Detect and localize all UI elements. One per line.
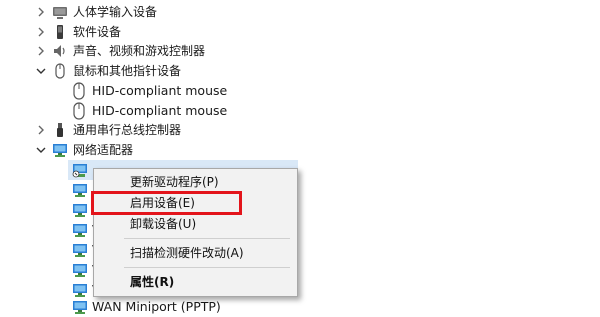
- tree-item-network-adapter-8[interactable]: WAN Miniport (PPTP): [0, 297, 600, 317]
- tree-item-mice[interactable]: 鼠标和其他指针设备: [0, 61, 600, 81]
- tree-item-label: 声音、视频和游戏控制器: [73, 44, 206, 58]
- tree-item-label: 通用串行总线控制器: [73, 123, 182, 137]
- menu-item-update-driver[interactable]: 更新驱动程序(P): [94, 172, 297, 192]
- tree-item-label: 软件设备: [73, 25, 122, 39]
- software-device-icon: [57, 25, 63, 39]
- tree-item-network-adapter-2[interactable]: [0, 180, 600, 200]
- tree-item-hid-mouse-1[interactable]: HID-compliant mouse: [0, 81, 600, 101]
- network-adapter-icon: [73, 184, 87, 197]
- chevron-right-icon[interactable]: [35, 26, 47, 38]
- tree-item-label: 网络适配器: [73, 143, 134, 157]
- network-adapter-disabled-icon: [72, 164, 87, 178]
- network-adapter-icon: [73, 264, 87, 277]
- tree-item-hid-mouse-2[interactable]: HID-compliant mouse: [0, 101, 600, 121]
- tree-item-label: HID-compliant mouse: [92, 83, 228, 98]
- tree-item-label: HID-compliant mouse: [92, 103, 228, 118]
- menu-item-uninstall-device[interactable]: 卸载设备(U): [94, 214, 297, 234]
- highlight-annotation-box: [91, 191, 242, 215]
- chevron-down-icon[interactable]: [35, 65, 47, 77]
- tree-item-usb-controllers[interactable]: 通用串行总线控制器: [0, 120, 600, 140]
- tree-item-network-adapter-5[interactable]: V: [0, 240, 600, 260]
- chevron-right-icon[interactable]: [35, 6, 47, 18]
- menu-item-label: 卸载设备(U): [130, 217, 197, 231]
- tree-item-label: 人体学输入设备: [73, 5, 158, 19]
- tree-item-network-adapter-3[interactable]: [0, 200, 600, 220]
- hid-icon: [53, 7, 67, 19]
- mouse-icon: [73, 82, 85, 100]
- tree-item-network-adapters[interactable]: 网络适配器: [0, 140, 600, 160]
- menu-item-label: 更新驱动程序(P): [130, 175, 219, 189]
- menu-separator: [124, 238, 290, 239]
- network-adapter-icon: [73, 204, 87, 217]
- network-adapter-icon: [73, 224, 87, 237]
- usb-icon: [57, 123, 63, 137]
- menu-item-scan-hardware-changes[interactable]: 扫描检测硬件改动(A): [94, 243, 297, 263]
- speaker-icon: [54, 45, 65, 57]
- tree-item-sound-video-game[interactable]: 声音、视频和游戏控制器: [0, 41, 600, 61]
- menu-item-properties[interactable]: 属性(R): [94, 272, 297, 292]
- tree-item-network-adapter-1[interactable]: [0, 160, 600, 180]
- chevron-right-icon[interactable]: [35, 45, 47, 57]
- tree-item-label: WAN Miniport (PPTP): [92, 299, 221, 314]
- chevron-down-icon[interactable]: [35, 144, 47, 156]
- tree-item-network-adapter-4[interactable]: V: [0, 220, 600, 240]
- context-menu: 更新驱动程序(P) 启用设备(E) 卸载设备(U) 扫描检测硬件改动(A) 属性…: [93, 168, 298, 297]
- network-adapter-icon: [73, 301, 87, 314]
- tree-item-network-adapter-6[interactable]: V: [0, 260, 600, 280]
- menu-separator: [124, 267, 290, 268]
- menu-item-label: 扫描检测硬件改动(A): [130, 246, 244, 260]
- network-adapter-icon: [73, 244, 87, 257]
- tree-item-label: 鼠标和其他指针设备: [73, 64, 182, 78]
- network-icon: [53, 144, 67, 157]
- mouse-icon: [55, 63, 65, 79]
- device-tree: 人体学输入设备 软件设备 声音、视频和游戏控制器 鼠标和其他指针设备 HID-c…: [0, 0, 600, 314]
- chevron-right-icon[interactable]: [35, 124, 47, 136]
- mouse-icon: [73, 102, 85, 120]
- network-adapter-icon: [73, 284, 87, 297]
- tree-item-hid[interactable]: 人体学输入设备: [0, 2, 600, 22]
- tree-item-software-devices[interactable]: 软件设备: [0, 22, 600, 42]
- menu-item-label: 属性(R): [130, 275, 175, 289]
